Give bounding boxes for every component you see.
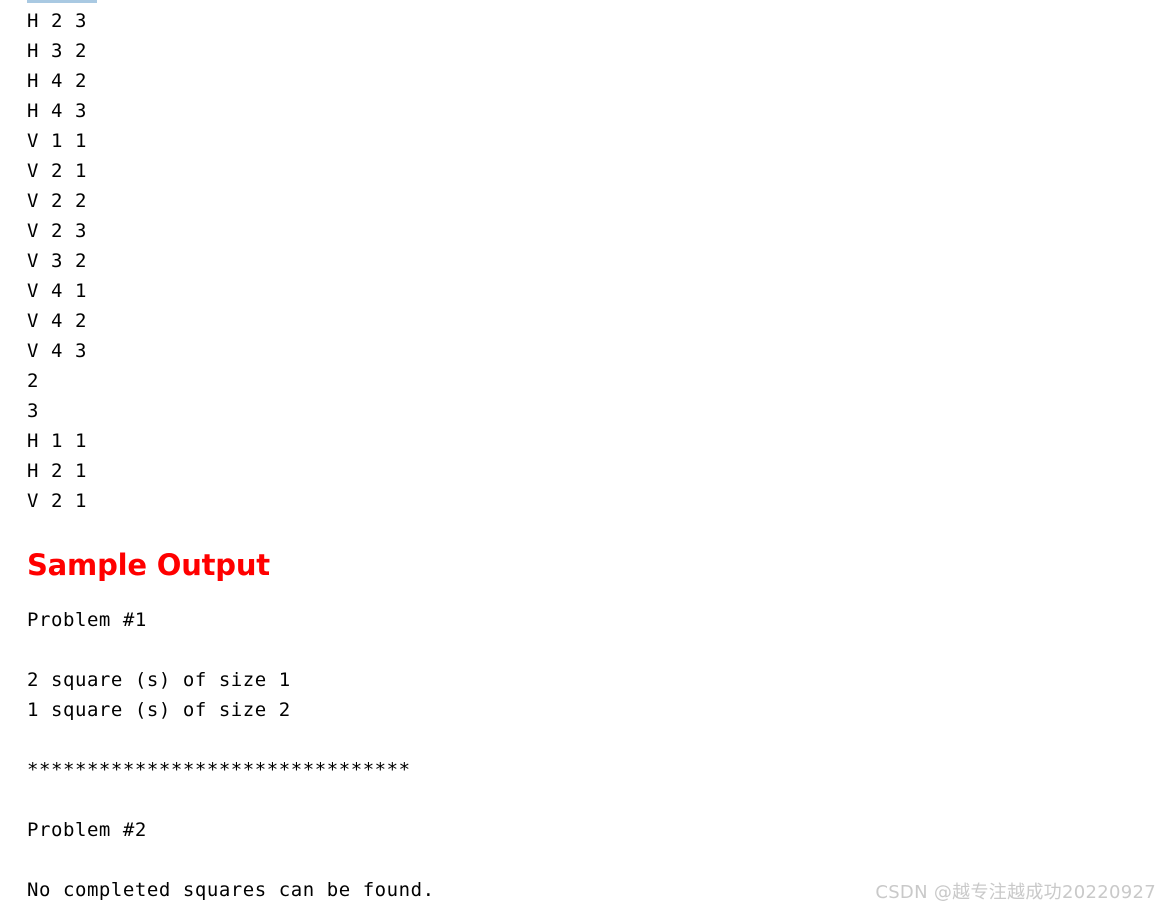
sample-input-listing: H 2 3 H 3 2 H 4 2 H 4 3 V 1 1 V 2 1 V 2 … — [27, 10, 87, 512]
section-heading-sample-output: Sample Output — [27, 548, 270, 582]
top-blue-rule — [27, 0, 97, 3]
sample-output-listing: Problem #1 2 square (s) of size 1 1 squa… — [27, 609, 435, 901]
csdn-watermark: CSDN @越专注越成功20220927 — [875, 882, 1156, 903]
document-page: H 2 3 H 3 2 H 4 2 H 4 3 V 1 1 V 2 1 V 2 … — [0, 0, 1172, 913]
